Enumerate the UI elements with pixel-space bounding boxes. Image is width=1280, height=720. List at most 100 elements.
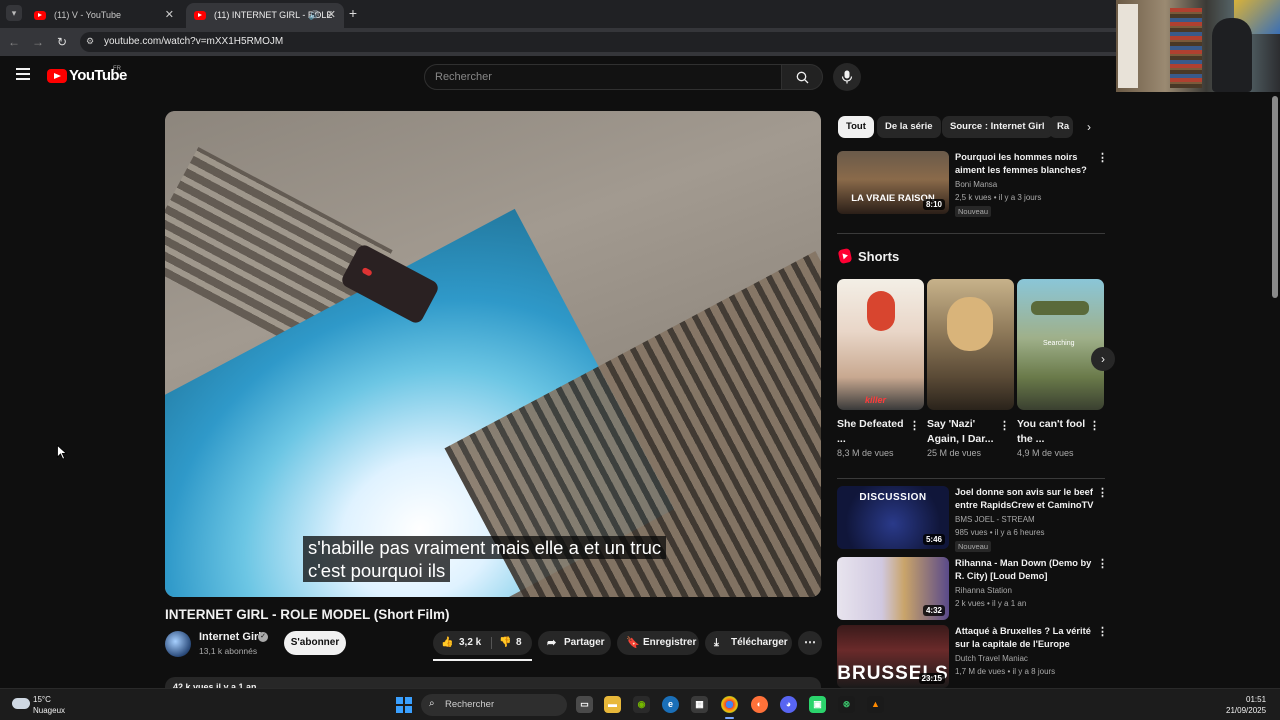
youtube-logo[interactable]: YouTube FR <box>47 66 127 87</box>
more-vert-icon[interactable]: ⋮ <box>1097 486 1108 499</box>
new-tab-button[interactable]: + <box>346 4 360 22</box>
search-input[interactable]: Rechercher <box>424 64 782 90</box>
discord-icon[interactable]: ◕ <box>780 696 797 713</box>
taskbar-search[interactable]: ⌕ Rechercher <box>421 694 567 716</box>
download-icon: ⤓ <box>714 637 719 649</box>
url-text: youtube.com/watch?v=mXX1H5RMOJM <box>104 36 284 47</box>
video-thumbnail[interactable]: 4:32 <box>837 557 949 620</box>
vlc-icon[interactable]: ▲ <box>867 696 884 713</box>
channel-avatar[interactable] <box>165 631 191 657</box>
chip-source[interactable]: Source : Internet Girl <box>942 116 1053 138</box>
thumbs-down-icon[interactable]: 👎 <box>499 631 511 655</box>
recommended-video[interactable]: LA VRAIE RAISON 8:10 Pourquoi les hommes… <box>837 151 1108 217</box>
close-tab-icon[interactable]: ✕ <box>165 3 174 28</box>
windows-taskbar: 15°C Nuageux ⌕ Rechercher ▭ ▬ ◉ e ▦ ◐ ◕ … <box>0 688 1280 720</box>
close-tab-icon[interactable]: ✕ <box>327 3 336 28</box>
short-title[interactable]: Say 'Nazi' Again, I Dar... <box>927 417 997 447</box>
reload-icon[interactable]: ↻ <box>54 34 70 50</box>
more-vert-icon[interactable]: ⋮ <box>1089 419 1100 432</box>
channel-name[interactable]: Boni Mansa <box>955 180 997 189</box>
video-player[interactable]: s'habille pas vraiment mais elle a et un… <box>165 111 821 597</box>
video-meta: 2,5 k vues • il y a 3 jours <box>955 193 1042 202</box>
subtitle-line: c'est pourquoi ils <box>303 559 451 582</box>
tab-internet-girl[interactable]: (11) INTERNET GIRL - ROLE 🔊 ✕ <box>186 3 344 28</box>
video-thumbnail[interactable]: BRUSSELS 23:15 <box>837 625 949 688</box>
recommended-video[interactable]: DISCUSSION 5:46 Joel donne son avis sur … <box>837 486 1108 552</box>
store-icon[interactable]: ▦ <box>691 696 708 713</box>
search-icon <box>796 71 809 84</box>
video-title[interactable]: Attaqué à Bruxelles ? La vérité sur la c… <box>955 625 1095 651</box>
weather-temperature[interactable]: 15°C <box>33 695 51 704</box>
cloud-icon[interactable] <box>12 698 30 709</box>
short-title[interactable]: You can't fool the ... <box>1017 417 1087 447</box>
thumbnail-text: DISCUSSION <box>859 492 927 503</box>
short-views: 8,3 M de vues <box>837 448 894 458</box>
edge-icon[interactable]: e <box>662 696 679 713</box>
forward-arrow-icon[interactable]: → <box>30 34 46 50</box>
channel-name[interactable]: BMS JOEL - STREAM <box>955 515 1035 524</box>
short-thumbnail[interactable]: killer <box>837 279 924 410</box>
windows-start-icon[interactable] <box>396 697 412 713</box>
subscribe-button[interactable]: S'abonner <box>284 631 346 655</box>
video-title[interactable]: Joel donne son avis sur le beef entre Ra… <box>955 486 1095 512</box>
taskbar-search-placeholder: Rechercher <box>445 699 495 710</box>
thumbnail-text: killer <box>865 395 887 405</box>
channel-name[interactable]: Dutch Travel Maniac <box>955 654 1028 663</box>
menu-icon[interactable] <box>16 68 32 82</box>
weather-condition[interactable]: Nuageux <box>33 706 65 715</box>
share-icon: ➦ <box>547 637 557 649</box>
back-arrow-icon[interactable]: ← <box>6 34 22 50</box>
webcam-overlay <box>1116 0 1280 92</box>
save-button[interactable]: 🔖 Enregistrer <box>617 631 699 655</box>
firefox-icon[interactable]: ◐ <box>751 696 768 713</box>
video-title[interactable]: Rihanna - Man Down (Demo by R. City) [Lo… <box>955 557 1095 583</box>
clock-time[interactable]: 01:51 <box>1246 695 1266 704</box>
short-thumbnail[interactable] <box>927 279 1014 410</box>
chip-all[interactable]: Tout <box>838 116 874 138</box>
chrome-icon[interactable] <box>721 696 738 719</box>
tab-list-button[interactable]: ▾ <box>6 5 22 21</box>
short-title[interactable]: She Defeated ... <box>837 417 907 447</box>
more-vert-icon[interactable]: ⋮ <box>999 419 1010 432</box>
nvidia-icon[interactable]: ◉ <box>633 696 650 713</box>
download-button[interactable]: ⤓ Télécharger <box>705 631 792 655</box>
duration-badge: 23:15 <box>918 673 945 684</box>
chat-app-icon[interactable]: ▣ <box>809 696 826 713</box>
thumbs-up-icon[interactable]: 👍 <box>441 631 453 655</box>
duration-badge: 4:32 <box>922 605 945 616</box>
like-count[interactable]: 3,2 k <box>459 631 481 655</box>
chevron-right-icon[interactable]: › <box>1082 118 1096 136</box>
channel-name[interactable]: Rihanna Station <box>955 586 1012 595</box>
video-thumbnail[interactable]: LA VRAIE RAISON 8:10 <box>837 151 949 214</box>
page-scrollbar[interactable] <box>1270 92 1280 688</box>
speaker-icon[interactable]: 🔊 <box>309 3 320 28</box>
chip-partial[interactable]: Ra <box>1049 116 1073 138</box>
dislike-count[interactable]: 8 <box>516 631 522 655</box>
video-thumbnail[interactable]: DISCUSSION 5:46 <box>837 486 949 549</box>
channel-name[interactable]: Internet Girl <box>199 631 261 643</box>
shorts-title: Shorts <box>858 249 900 264</box>
xbox-icon[interactable]: ⊗ <box>838 696 855 713</box>
clock-date[interactable]: 21/09/2025 <box>1226 706 1266 715</box>
more-vert-icon[interactable]: ⋮ <box>1097 557 1108 570</box>
share-button[interactable]: ➦ Partager <box>538 631 611 655</box>
scrollbar-thumb[interactable] <box>1272 96 1278 298</box>
address-bar[interactable]: ⚙ youtube.com/watch?v=mXX1H5RMOJM <box>80 32 1116 52</box>
recommended-video[interactable]: 4:32 Rihanna - Man Down (Demo by R. City… <box>837 557 1108 621</box>
chevron-right-icon[interactable]: › <box>1091 347 1115 371</box>
region-code: FR <box>113 66 121 72</box>
more-actions-button[interactable]: ⋯ <box>798 631 822 655</box>
more-vert-icon[interactable]: ⋮ <box>1097 151 1108 164</box>
more-vert-icon[interactable]: ⋮ <box>909 419 920 432</box>
video-title[interactable]: Pourquoi les hommes noirs aiment les fem… <box>955 151 1095 177</box>
search-button[interactable] <box>781 64 823 90</box>
tab-youtube-v[interactable]: (11) V - YouTube ✕ <box>26 3 182 28</box>
voice-search-button[interactable] <box>833 63 861 91</box>
file-explorer-icon[interactable]: ▬ <box>604 696 621 713</box>
task-view-icon[interactable]: ▭ <box>576 696 593 713</box>
site-info-icon[interactable]: ⚙ <box>86 36 94 47</box>
short-thumbnail[interactable]: Searching <box>1017 279 1104 410</box>
chip-series[interactable]: De la série <box>877 116 941 138</box>
recommended-video[interactable]: BRUSSELS 23:15 Attaqué à Bruxelles ? La … <box>837 625 1108 689</box>
more-vert-icon[interactable]: ⋮ <box>1097 625 1108 638</box>
